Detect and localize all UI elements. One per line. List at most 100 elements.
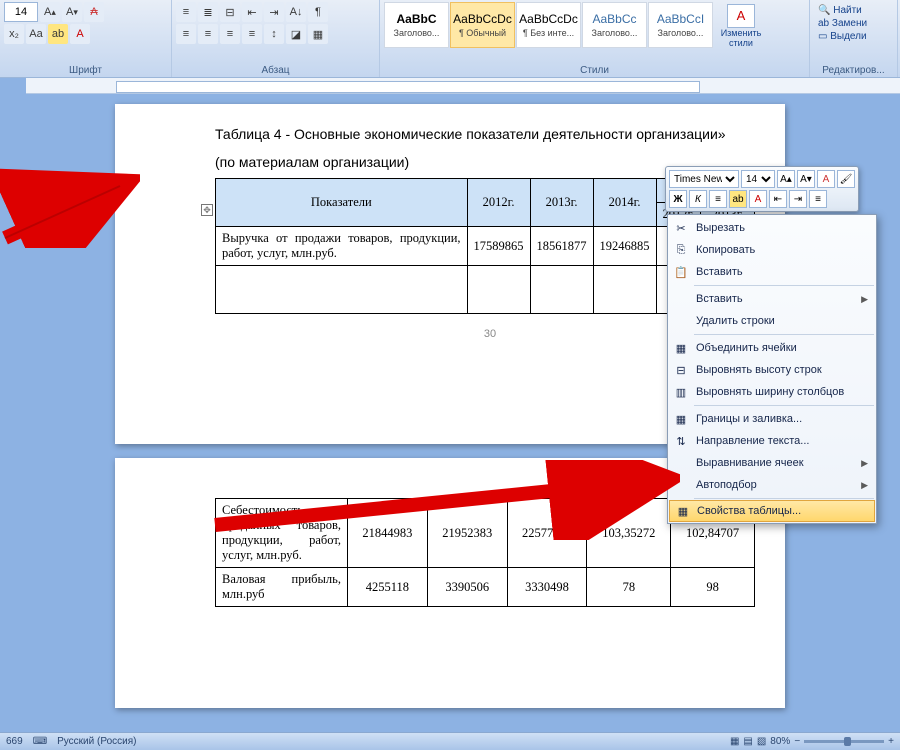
highlight-icon[interactable]: ab — [48, 24, 68, 44]
ctx-cell-alignment[interactable]: Выравнивание ячеек▶ — [668, 452, 876, 474]
mini-indent-dec-icon[interactable]: ⇤ — [769, 190, 787, 208]
select-button[interactable]: ▭ Выдели — [818, 31, 889, 42]
mini-highlight-icon[interactable]: ab — [729, 190, 747, 208]
style-gallery: AaBbCЗаголово... AaBbCcDc¶ Обычный AaBbC… — [384, 2, 713, 48]
keyboard-icon: ⌨ — [33, 736, 47, 747]
mini-format-painter-icon[interactable]: 🖌 — [837, 170, 855, 188]
borders-icon: ▦ — [673, 411, 689, 427]
table-move-handle-icon[interactable]: ✥ — [201, 204, 213, 216]
font-color-icon[interactable]: A — [70, 24, 90, 44]
chevron-right-icon: ▶ — [861, 294, 868, 305]
ctx-table-properties[interactable]: ▦Свойства таблицы... — [669, 500, 875, 522]
font-size-input[interactable] — [4, 2, 38, 22]
mini-shrink-font-icon[interactable]: A▾ — [797, 170, 815, 188]
copy-icon: ⎘ — [673, 242, 689, 258]
view-print-layout-icon[interactable]: ▦ — [730, 736, 739, 747]
th-indicators[interactable]: Показатели — [216, 179, 468, 227]
ctx-paste[interactable]: 📋Вставить — [668, 261, 876, 283]
ribbon: A▴ A▾ ₳ x₂ Aa ab A Шрифт ≡ ≣ ⊟ ⇤ ⇥ A↓ ¶ … — [0, 0, 900, 78]
chevron-right-icon: ▶ — [861, 480, 868, 491]
increase-indent-icon[interactable]: ⇥ — [264, 2, 284, 22]
status-language: Русский (Россия) — [57, 736, 136, 747]
shading-icon[interactable]: ◪ — [286, 24, 306, 44]
ribbon-group-styles: AaBbCЗаголово... AaBbCcDc¶ Обычный AaBbC… — [380, 0, 810, 77]
group-label-font: Шрифт — [0, 65, 171, 76]
view-reading-icon[interactable]: ▤ — [743, 736, 752, 747]
th-2013[interactable]: 2013г. — [530, 179, 593, 227]
ctx-cut[interactable]: ✂Вырезать — [668, 217, 876, 239]
style-tile-heading2[interactable]: AaBbCcЗаголово... — [582, 2, 647, 48]
borders-btn-icon[interactable]: ▦ — [308, 24, 328, 44]
ctx-text-direction[interactable]: ⇅Направление текста... — [668, 430, 876, 452]
multilevel-icon[interactable]: ⊟ — [220, 2, 240, 22]
zoom-in-icon[interactable]: + — [888, 736, 894, 747]
table-row[interactable]: Валовая прибыль, млн.руб 4255118 3390506… — [216, 568, 755, 607]
decrease-indent-icon[interactable]: ⇤ — [242, 2, 262, 22]
mini-bullets-icon[interactable]: ≡ — [809, 190, 827, 208]
th-2012[interactable]: 2012г. — [467, 179, 530, 227]
find-button[interactable]: 🔍 Найти — [818, 5, 889, 16]
table-subtitle: (по материалам организации) — [215, 154, 409, 170]
sort-icon[interactable]: A↓ — [286, 2, 306, 22]
mini-bold-icon[interactable]: Ж — [669, 190, 687, 208]
style-tile-normal[interactable]: AaBbCcDc¶ Обычный — [450, 2, 515, 48]
chevron-right-icon: ▶ — [861, 458, 868, 469]
table-title: Таблица 4 - Основные экономические показ… — [215, 126, 726, 142]
mini-indent-inc-icon[interactable]: ⇥ — [789, 190, 807, 208]
ctx-delete-rows[interactable]: Удалить строки — [668, 310, 876, 332]
line-spacing-icon[interactable]: ↕ — [264, 24, 284, 44]
paste-icon: 📋 — [673, 264, 689, 280]
th-2014[interactable]: 2014г. — [593, 179, 656, 227]
group-label-styles: Стили — [380, 65, 809, 76]
group-label-editing: Редактиров... — [810, 65, 897, 76]
change-styles-button[interactable]: A Изменить стили — [713, 2, 769, 48]
align-right-icon[interactable]: ≡ — [220, 24, 240, 44]
context-menu: ✂Вырезать ⎘Копировать 📋Вставить Вставить… — [667, 214, 877, 524]
mini-toolbar[interactable]: Times New 14 A▴ A▾ A 🖌 Ж К ≡ ab A ⇤ ⇥ ≡ — [665, 166, 859, 212]
ctx-borders-shading[interactable]: ▦Границы и заливка... — [668, 408, 876, 430]
ctx-autofit[interactable]: Автоподбор▶ — [668, 474, 876, 496]
clear-format-icon[interactable]: ₳ — [84, 2, 104, 22]
mini-align-center-icon[interactable]: ≡ — [709, 190, 727, 208]
dist-rows-icon: ⊟ — [673, 362, 689, 378]
justify-icon[interactable]: ≡ — [242, 24, 262, 44]
pilcrow-icon[interactable]: ¶ — [308, 2, 328, 22]
status-page: 669 — [6, 736, 23, 747]
zoom-out-icon[interactable]: − — [794, 736, 800, 747]
mini-font-select[interactable]: Times New — [669, 170, 739, 188]
mini-font-color-icon[interactable]: A — [749, 190, 767, 208]
dist-cols-icon: ▥ — [673, 384, 689, 400]
mini-styles-icon[interactable]: A — [817, 170, 835, 188]
ribbon-group-font: A▴ A▾ ₳ x₂ Aa ab A Шрифт — [0, 0, 172, 77]
scissors-icon: ✂ — [673, 220, 689, 236]
replace-button[interactable]: ab Замени — [818, 18, 889, 29]
align-left-icon[interactable]: ≡ — [176, 24, 196, 44]
zoom-slider[interactable] — [804, 740, 884, 743]
ribbon-group-paragraph: ≡ ≣ ⊟ ⇤ ⇥ A↓ ¶ ≡ ≡ ≡ ≡ ↕ ◪ ▦ Абзац — [172, 0, 380, 77]
status-zoom: 80% — [770, 736, 790, 747]
style-tile-heading3[interactable]: AaBbCcIЗаголово... — [648, 2, 713, 48]
text-direction-icon: ⇅ — [673, 433, 689, 449]
grow-font-icon[interactable]: A▴ — [40, 2, 60, 22]
align-center-icon[interactable]: ≡ — [198, 24, 218, 44]
ctx-distribute-cols[interactable]: ▥Выровнять ширину столбцов — [668, 381, 876, 403]
mini-italic-icon[interactable]: К — [689, 190, 707, 208]
subscript-icon[interactable]: x₂ — [4, 24, 24, 44]
style-tile-heading1[interactable]: AaBbCЗаголово... — [384, 2, 449, 48]
horizontal-ruler[interactable] — [26, 78, 900, 94]
merge-icon: ▦ — [673, 340, 689, 356]
change-case-icon[interactable]: Aa — [26, 24, 46, 44]
view-web-icon[interactable]: ▧ — [757, 736, 766, 747]
ctx-copy[interactable]: ⎘Копировать — [668, 239, 876, 261]
style-tile-nospacing[interactable]: AaBbCcDc¶ Без инте... — [516, 2, 581, 48]
ctx-merge-cells[interactable]: ▦Объединить ячейки — [668, 337, 876, 359]
ctx-distribute-rows[interactable]: ⊟Выровнять высоту строк — [668, 359, 876, 381]
mini-size-select[interactable]: 14 — [741, 170, 775, 188]
numbering-icon[interactable]: ≣ — [198, 2, 218, 22]
status-bar: 669 ⌨ Русский (Россия) ▦ ▤ ▧ 80% − + — [0, 732, 900, 750]
shrink-font-icon[interactable]: A▾ — [62, 2, 82, 22]
ctx-insert[interactable]: Вставить▶ — [668, 288, 876, 310]
ribbon-group-editing: 🔍 Найти ab Замени ▭ Выдели Редактиров... — [810, 0, 898, 77]
bullets-icon[interactable]: ≡ — [176, 2, 196, 22]
mini-grow-font-icon[interactable]: A▴ — [777, 170, 795, 188]
